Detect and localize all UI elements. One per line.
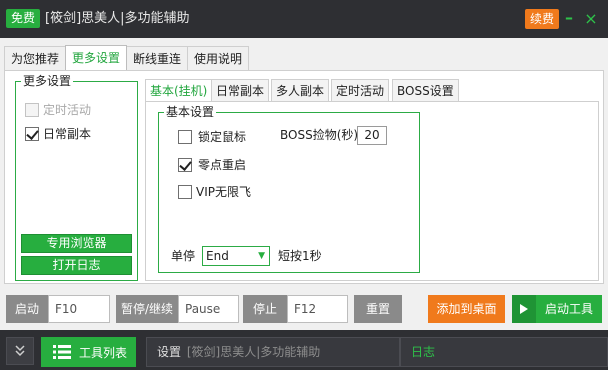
- boss-pickup-label: BOSS捡物(秒): [280, 128, 359, 142]
- checkbox-box[interactable]: [25, 102, 39, 117]
- double-chevron-down-icon: [15, 345, 25, 357]
- collapse-button[interactable]: [6, 337, 34, 365]
- checkbox-label: 定时活动: [43, 103, 92, 117]
- checkbox-label: 锁定鼠标: [198, 130, 247, 144]
- checkbox-midnight-restart[interactable]: 零点重启: [178, 156, 246, 173]
- checkbox-daily-dungeon[interactable]: 日常副本: [25, 125, 91, 142]
- tool-list-button[interactable]: 工具列表: [41, 337, 136, 367]
- checkbox-box[interactable]: [178, 129, 192, 144]
- dedicated-browser-button[interactable]: 专用浏览器: [21, 234, 132, 253]
- subtab-boss-settings[interactable]: BOSS设置: [392, 79, 459, 101]
- tab-recommend[interactable]: 为您推荐: [4, 46, 67, 70]
- group-title: 更多设置: [21, 74, 74, 88]
- pause-hotkey-input[interactable]: Pause: [178, 295, 239, 323]
- open-log-button[interactable]: 打开日志: [21, 256, 132, 275]
- subtab-daily-dungeon[interactable]: 日常副本: [211, 79, 270, 101]
- start-tool-button[interactable]: 启动工具: [512, 295, 602, 323]
- minimize-button[interactable]: –: [563, 10, 575, 28]
- checkbox-box[interactable]: [25, 126, 39, 141]
- settings-prefix: 设置: [157, 345, 182, 359]
- single-stop-label: 单停: [171, 249, 196, 263]
- close-button[interactable]: ×: [583, 9, 599, 29]
- tool-list-label: 工具列表: [79, 345, 128, 360]
- pause-label: 暂停/继续: [116, 295, 178, 323]
- short-press-label: 短按1秒: [278, 249, 322, 263]
- tab-instructions[interactable]: 使用说明: [187, 46, 250, 70]
- checkbox-label: VIP无限飞: [196, 185, 251, 199]
- start-hotkey-input[interactable]: F10: [48, 295, 110, 323]
- reset-button[interactable]: 重置: [354, 295, 402, 323]
- checkbox-timed-activity[interactable]: 定时活动: [25, 101, 91, 118]
- select-value: End: [206, 249, 229, 263]
- start-label: 启动: [6, 295, 48, 323]
- list-icon: [53, 345, 71, 359]
- free-badge: 免费: [6, 9, 41, 28]
- checkbox-label: 日常副本: [43, 127, 92, 141]
- checkbox-vip-fly[interactable]: VIP无限飞: [178, 183, 251, 200]
- checkbox-box[interactable]: [178, 157, 192, 172]
- boss-pickup-seconds-input[interactable]: 20: [357, 126, 387, 145]
- log-status[interactable]: 日志: [400, 337, 608, 367]
- start-tool-label: 启动工具: [544, 302, 593, 316]
- settings-status[interactable]: 设置 [筱剑]思美人|多功能辅助: [146, 337, 400, 367]
- subtab-timed-activity[interactable]: 定时活动: [331, 79, 390, 101]
- group-title: 基本设置: [164, 105, 217, 119]
- app-title: [筱剑]思美人|多功能辅助: [45, 11, 190, 26]
- checkbox-label: 零点重启: [198, 158, 247, 172]
- tab-reconnect[interactable]: 断线重连: [126, 46, 189, 70]
- subtab-basic[interactable]: 基本(挂机): [145, 79, 213, 101]
- checkbox-box[interactable]: [178, 184, 192, 199]
- tab-more-settings[interactable]: 更多设置: [65, 45, 128, 70]
- settings-current-tool: [筱剑]思美人|多功能辅助: [186, 345, 321, 359]
- play-icon: [512, 295, 536, 323]
- stop-hotkey-input[interactable]: F12: [287, 295, 348, 323]
- checkbox-lock-mouse[interactable]: 锁定鼠标: [178, 128, 246, 145]
- renew-button[interactable]: 续费: [525, 9, 560, 29]
- stop-label: 停止: [243, 295, 287, 323]
- dropdown-arrow-icon: ▼: [258, 251, 265, 261]
- add-to-desktop-button[interactable]: 添加到桌面: [428, 295, 505, 323]
- subtab-multi-dungeon[interactable]: 多人副本: [271, 79, 330, 101]
- single-stop-key-select[interactable]: End ▼: [202, 246, 270, 266]
